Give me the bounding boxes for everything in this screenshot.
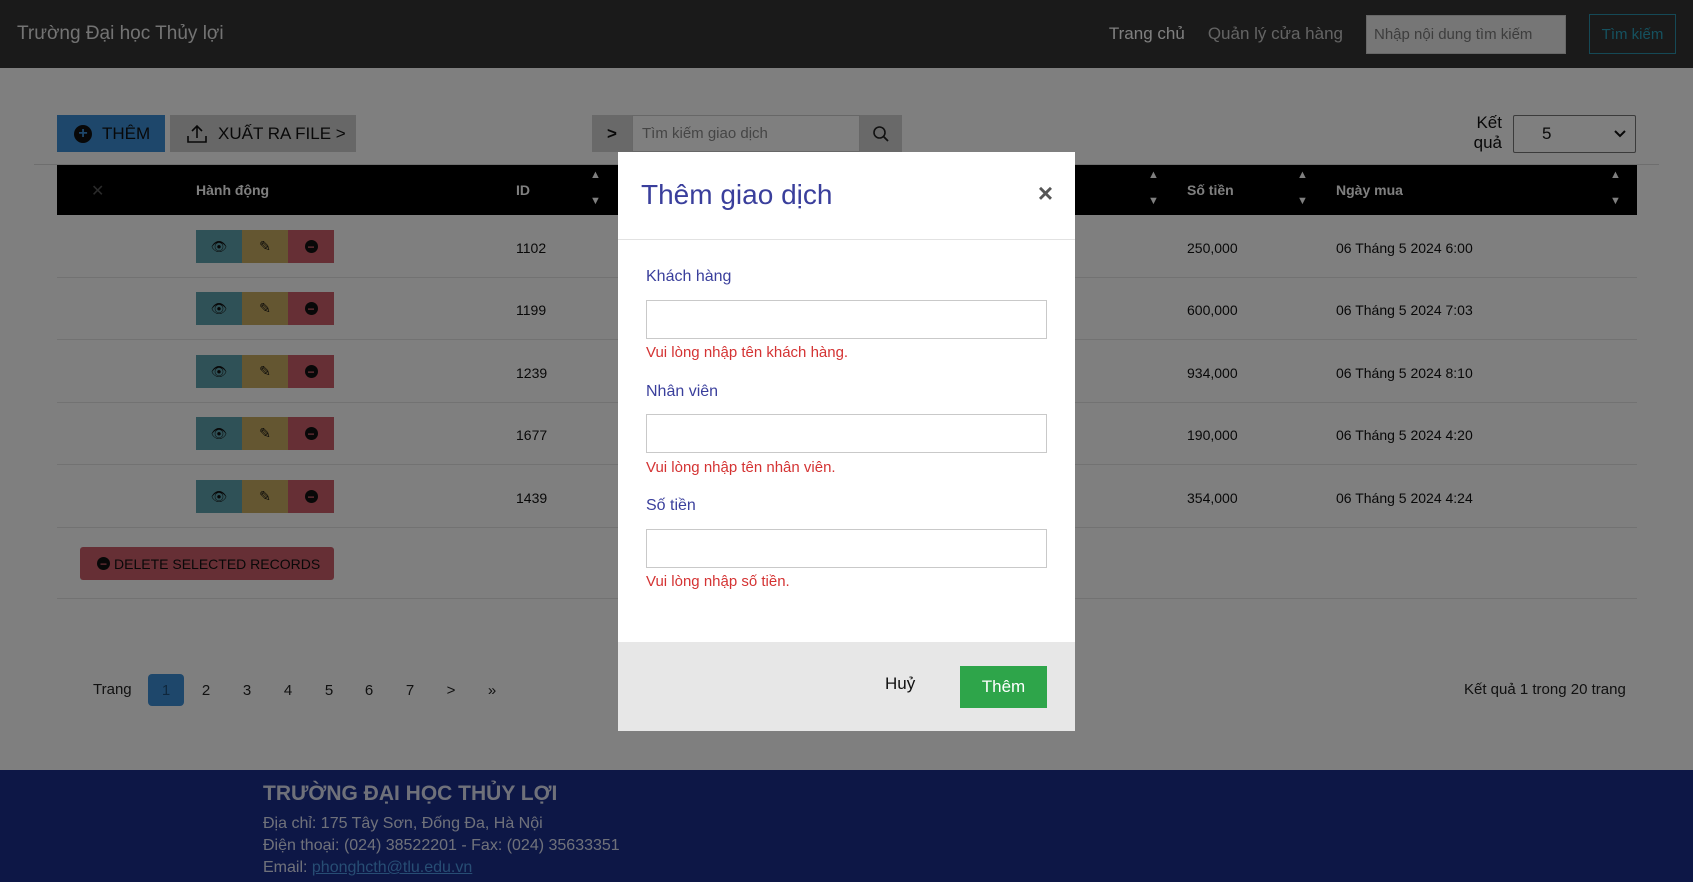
amount-label: Số tiền [646, 497, 696, 514]
modal-title: Thêm giao dịch [641, 179, 833, 210]
employee-label: Nhân viên [646, 383, 719, 400]
cancel-button[interactable]: Huỷ [885, 674, 915, 694]
modal-footer: Huỷ Thêm [618, 642, 1075, 731]
add-transaction-modal: Thêm giao dịch × Khách hàng Vui lòng nhậ… [618, 152, 1075, 731]
submit-button[interactable]: Thêm [960, 666, 1047, 708]
close-icon[interactable]: × [1038, 180, 1053, 206]
employee-error: Vui lòng nhập tên nhân viên. [646, 459, 836, 476]
customer-error: Vui lòng nhập tên khách hàng. [646, 344, 849, 361]
modal-header: Thêm giao dịch × [618, 152, 1075, 240]
customer-input[interactable] [646, 300, 1047, 339]
customer-label: Khách hàng [646, 268, 732, 285]
employee-input[interactable] [646, 414, 1047, 453]
amount-input[interactable] [646, 529, 1047, 568]
amount-error: Vui lòng nhập số tiền. [646, 573, 790, 590]
